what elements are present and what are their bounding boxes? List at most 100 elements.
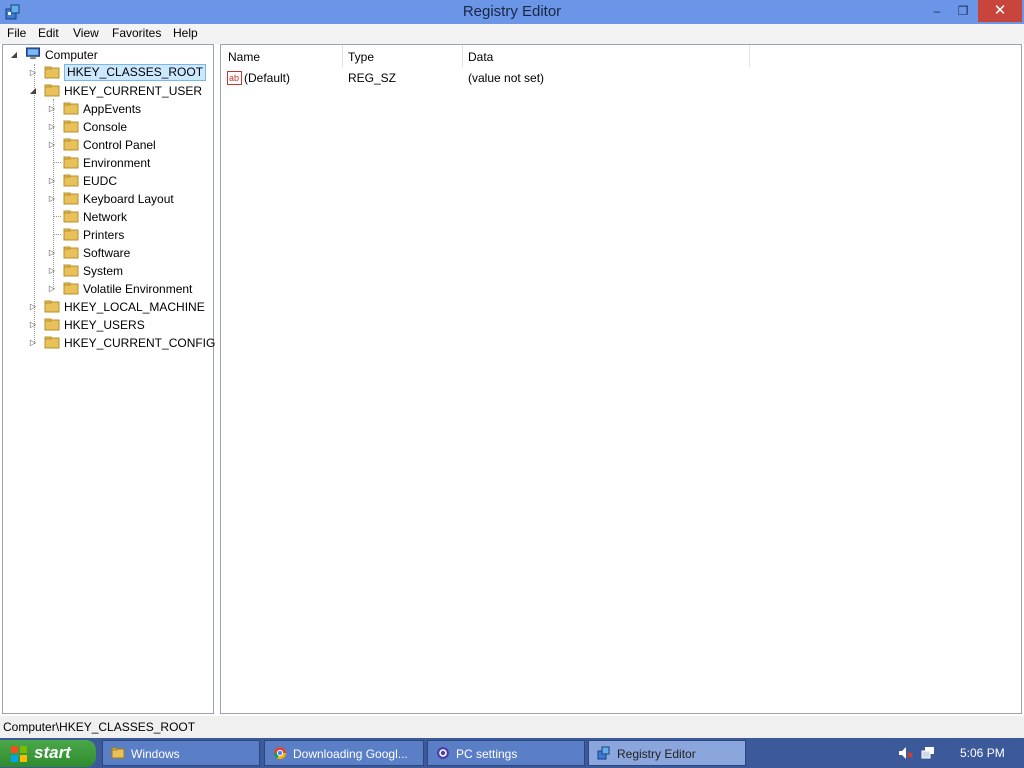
- expand-icon[interactable]: ▷: [28, 298, 38, 316]
- tree-item[interactable]: ▷ HKEY_USERS: [3, 316, 208, 334]
- values-pane[interactable]: Name Type Data ab (Default) REG_SZ (valu…: [220, 44, 1022, 714]
- tree-item[interactable]: Environment: [3, 154, 208, 172]
- tree-item[interactable]: ▷ Volatile Environment: [3, 280, 208, 298]
- status-path: Computer\HKEY_CLASSES_ROOT: [3, 720, 196, 734]
- system-tray: 5:06 PM: [890, 738, 1024, 768]
- tree-item[interactable]: ◢ HKEY_CURRENT_USER: [3, 82, 208, 100]
- value-data: (value not set): [468, 71, 545, 85]
- folder-icon: [63, 210, 79, 223]
- tree-root-computer[interactable]: ◢ Computer: [3, 46, 203, 64]
- tree-item[interactable]: ▷ HKEY_LOCAL_MACHINE: [3, 298, 208, 316]
- tree-label: EUDC: [83, 174, 118, 188]
- regedit-icon: [597, 746, 610, 760]
- task-label: Registry Editor: [617, 747, 696, 761]
- restore-button[interactable]: ❐: [950, 0, 976, 22]
- tree-item[interactable]: ▷ Software: [3, 244, 208, 262]
- key-tree-pane[interactable]: ◢ Computer ▷ HKEY_CLASSES_ROOT ◢ HKEY_CURRE…: [2, 44, 215, 714]
- tree-item[interactable]: ▷ HKEY_CLASSES_ROOT: [3, 64, 208, 82]
- expand-icon[interactable]: ▷: [47, 190, 57, 208]
- tree-item[interactable]: ▷ Console: [3, 118, 208, 136]
- tree-item[interactable]: ▷ System: [3, 262, 208, 280]
- menu-help[interactable]: Help: [173, 26, 198, 40]
- column-header-data[interactable]: Data: [468, 50, 493, 64]
- gear-icon: [437, 747, 449, 759]
- expand-icon[interactable]: ▷: [47, 172, 57, 190]
- column-header-name[interactable]: Name: [228, 50, 260, 64]
- folder-icon: [63, 282, 79, 295]
- expand-icon[interactable]: ▷: [47, 100, 57, 118]
- folder-icon: [44, 300, 60, 313]
- tree-label: Console: [83, 120, 128, 134]
- tree-label: System: [83, 264, 124, 278]
- column-header-row: Name Type Data: [221, 45, 1021, 69]
- expand-icon[interactable]: ▷: [47, 262, 57, 280]
- expand-icon[interactable]: ▷: [47, 244, 57, 262]
- folder-icon: [63, 102, 79, 115]
- expand-icon[interactable]: ▷: [28, 316, 38, 334]
- network-icon[interactable]: [921, 746, 937, 760]
- tree-label: Environment: [83, 156, 151, 170]
- tree-label: Network: [83, 210, 128, 224]
- tree-label: HKEY_CLASSES_ROOT: [64, 64, 207, 81]
- string-value-icon: ab: [227, 71, 242, 85]
- folder-icon: [44, 84, 60, 97]
- root-collapse-icon[interactable]: ◢: [9, 46, 19, 64]
- task-pc-settings[interactable]: PC settings: [427, 740, 585, 766]
- menu-view[interactable]: View: [73, 26, 99, 40]
- taskbar: start Windows Downloading Googl... PC se…: [0, 738, 1024, 768]
- value-row[interactable]: ab (Default) REG_SZ (value not set): [221, 69, 1021, 87]
- clock[interactable]: 5:06 PM: [960, 746, 1005, 760]
- value-name: (Default): [244, 71, 291, 85]
- tree-item[interactable]: ▷ HKEY_CURRENT_CONFIG: [3, 334, 215, 352]
- tree-label: Printers: [83, 228, 125, 242]
- tree-item[interactable]: ▷ EUDC: [3, 172, 208, 190]
- tree-label: Software: [83, 246, 131, 260]
- tree-label: Computer: [45, 48, 98, 62]
- tree-label: Volatile Environment: [83, 282, 193, 296]
- start-label: start: [34, 743, 71, 762]
- menu-edit[interactable]: Edit: [38, 26, 59, 40]
- expand-icon[interactable]: ▷: [28, 64, 38, 82]
- expand-icon[interactable]: ▷: [47, 136, 57, 154]
- windows-flag-icon: [11, 746, 27, 762]
- expand-icon[interactable]: ▷: [28, 334, 38, 352]
- status-bar: Computer\HKEY_CLASSES_ROOT: [0, 716, 1024, 738]
- task-label: Downloading Googl...: [293, 747, 408, 761]
- tree-item[interactable]: Printers: [3, 226, 208, 244]
- close-button[interactable]: ✕: [978, 0, 1022, 22]
- task-registry-editor[interactable]: Registry Editor: [588, 740, 746, 766]
- tree-label: HKEY_CURRENT_CONFIG: [64, 336, 216, 350]
- expand-icon[interactable]: ▷: [47, 280, 57, 298]
- menu-favorites[interactable]: Favorites: [112, 26, 161, 40]
- expand-icon[interactable]: ▷: [47, 118, 57, 136]
- column-divider[interactable]: [462, 45, 463, 67]
- tree-label: AppEvents: [83, 102, 142, 116]
- column-divider[interactable]: [749, 45, 750, 67]
- folder-icon: [63, 138, 79, 151]
- chrome-icon: [274, 747, 286, 760]
- tree-item[interactable]: ▷ Keyboard Layout: [3, 190, 208, 208]
- folder-icon: [111, 747, 125, 759]
- value-type: REG_SZ: [348, 71, 397, 85]
- svg-text:ab: ab: [229, 73, 239, 83]
- column-divider[interactable]: [342, 45, 343, 67]
- tree-label: Keyboard Layout: [83, 192, 174, 206]
- folder-icon: [63, 192, 79, 205]
- speaker-muted-icon[interactable]: [898, 746, 914, 760]
- tree-item[interactable]: ▷ AppEvents: [3, 100, 208, 118]
- tree-item[interactable]: Network: [3, 208, 208, 226]
- folder-icon: [44, 66, 60, 79]
- minimize-button[interactable]: –: [924, 0, 950, 22]
- start-button[interactable]: start: [0, 740, 96, 767]
- task-windows[interactable]: Windows: [102, 740, 260, 766]
- task-label: PC settings: [456, 747, 518, 761]
- menu-file[interactable]: File: [7, 26, 26, 40]
- tree-label: Control Panel: [83, 138, 156, 152]
- folder-icon: [63, 228, 79, 241]
- collapse-icon[interactable]: ◢: [28, 82, 38, 100]
- task-chrome[interactable]: Downloading Googl...: [264, 740, 424, 766]
- title-bar: Registry Editor – ❐ ✕: [0, 0, 1024, 24]
- tree-item[interactable]: ▷ Control Panel: [3, 136, 208, 154]
- folder-icon: [63, 246, 79, 259]
- column-header-type[interactable]: Type: [348, 50, 374, 64]
